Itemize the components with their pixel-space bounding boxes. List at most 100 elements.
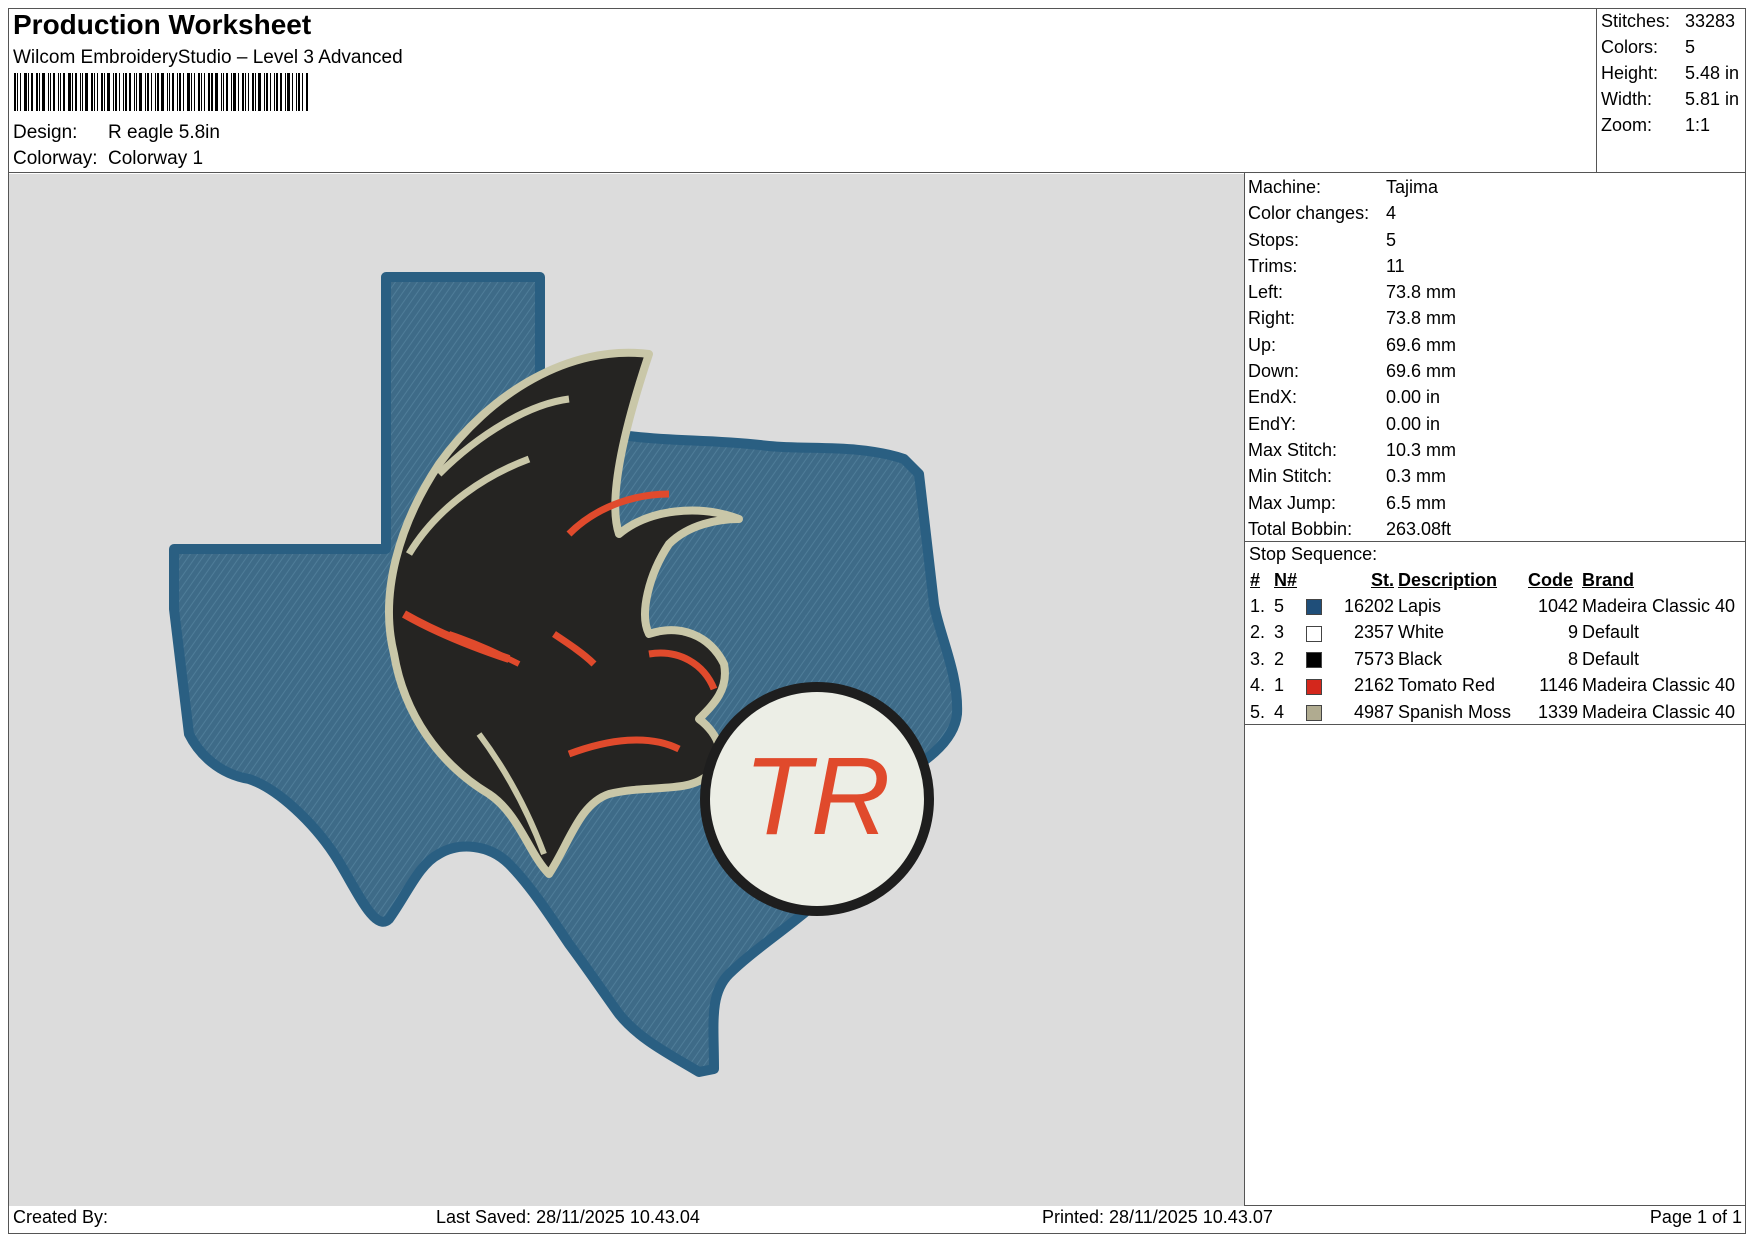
barcode: [14, 73, 324, 111]
info-label: Left:: [1248, 282, 1284, 303]
color-swatch: [1306, 625, 1323, 642]
col-needle: N#: [1274, 569, 1298, 590]
stats-panel: Stitches: 33283 Colors: 5 Height: 5.48 in W…: [1601, 8, 1739, 138]
embroidery-design: TR: [169, 272, 963, 1077]
stat-row: Stitches: 33283: [1601, 8, 1739, 34]
color-swatch: [1306, 652, 1323, 668]
info-label: EndY:: [1248, 413, 1297, 434]
info-label: Total Bobbin:: [1248, 518, 1353, 539]
row-code: 1042: [1537, 595, 1578, 616]
row-stitches: 7573: [1353, 648, 1394, 669]
info-row: Total Bobbin: 263.08ft: [1248, 516, 1456, 542]
monogram-text: TR: [744, 735, 891, 858]
info-label: Trims:: [1248, 255, 1298, 276]
info-row: Left: 73.8 mm: [1248, 279, 1456, 305]
info-row: EndX: 0.00 in: [1248, 384, 1456, 410]
color-swatch: [1306, 678, 1323, 695]
row-code: 1146: [1539, 675, 1578, 696]
stat-row: Colors: 5: [1601, 34, 1739, 60]
info-value: 0.00 in: [1386, 387, 1441, 408]
row-needle: 2: [1274, 648, 1285, 669]
design-row: Design: R eagle 5.8in: [13, 122, 220, 144]
last-saved: Last Saved: 28/11/2025 10.43.04: [436, 1207, 700, 1227]
row-code: 9: [1567, 622, 1578, 643]
info-label: Color changes:: [1248, 203, 1370, 224]
software-name: Wilcom EmbroideryStudio – Level 3 Advanc…: [13, 47, 403, 68]
info-value: 73.8 mm: [1386, 282, 1457, 303]
col-code: Code: [1528, 569, 1573, 590]
stat-value: 5: [1685, 37, 1696, 57]
row-brand: Default: [1582, 648, 1640, 669]
col-description: Description: [1398, 569, 1498, 590]
stat-value: 33283: [1685, 11, 1736, 31]
info-value: 0.3 mm: [1386, 466, 1447, 487]
colorway-value: Colorway 1: [108, 148, 204, 169]
info-value: 11: [1386, 255, 1405, 276]
info-value: 0.00 in: [1386, 413, 1441, 434]
stat-label: Height:: [1601, 63, 1659, 83]
row-description: Black: [1398, 648, 1443, 669]
design-canvas: TR: [9, 174, 1244, 1206]
table-row: 3. 2 7573 Black 8 Default: [1248, 646, 1737, 673]
stat-value: 1:1: [1685, 115, 1711, 135]
row-brand: Madeira Classic 40: [1582, 595, 1736, 616]
row-description: Tomato Red: [1398, 675, 1496, 696]
info-label: Min Stitch:: [1248, 466, 1333, 487]
info-row: Max Stitch: 10.3 mm: [1248, 437, 1456, 463]
stat-row: Height: 5.48 in: [1601, 60, 1739, 86]
stat-value: 5.48 in: [1685, 63, 1740, 83]
row-code: 1339: [1537, 701, 1578, 722]
info-value: Tajima: [1386, 177, 1439, 197]
color-swatch: [1306, 705, 1323, 721]
stop-sequence-table: # N# St. Description Code Brand 1. 5 16202…: [1248, 567, 1737, 726]
table-header-row: # N# St. Description Code Brand: [1248, 567, 1737, 593]
row-needle: 5: [1274, 595, 1285, 616]
info-row: Max Jump: 6.5 mm: [1248, 490, 1456, 516]
row-description: White: [1398, 622, 1445, 643]
table-row: 2. 3 2357 White 9 Default: [1248, 620, 1737, 647]
colorway-label: Colorway:: [13, 148, 98, 169]
color-swatch: [1306, 599, 1323, 615]
info-label: Max Jump:: [1248, 492, 1337, 513]
info-row: Down: 69.6 mm: [1248, 358, 1456, 384]
row-stitches: 16202: [1343, 595, 1394, 616]
info-row: Trims: 11: [1248, 253, 1456, 279]
page-title: Production Worksheet: [13, 9, 312, 40]
info-row: Right: 73.8 mm: [1248, 305, 1456, 331]
info-value: 73.8 mm: [1386, 308, 1457, 329]
header-divider: [8, 172, 1746, 173]
row-description: Lapis: [1398, 595, 1442, 616]
design-label: Design:: [13, 122, 78, 143]
info-label: Right:: [1248, 308, 1296, 329]
info-label: EndX:: [1248, 387, 1298, 408]
stat-row: Zoom: 1:1: [1601, 112, 1739, 138]
info-value: 4: [1386, 203, 1397, 224]
row-brand: Default: [1582, 622, 1640, 643]
col-stitches: St.: [1370, 569, 1394, 590]
row-brand: Madeira Classic 40: [1582, 675, 1736, 696]
info-value: 5: [1386, 229, 1397, 250]
info-label: Down:: [1248, 361, 1300, 382]
row-num: 4.: [1250, 675, 1266, 696]
stat-label: Width:: [1601, 89, 1653, 109]
stat-label: Colors:: [1601, 37, 1659, 57]
colorway-row: Colorway: Colorway 1: [13, 148, 203, 170]
info-row: Min Stitch: 0.3 mm: [1248, 463, 1456, 489]
stat-value: 5.81 in: [1685, 89, 1740, 109]
info-label: Max Stitch:: [1248, 439, 1338, 460]
stop-sequence-title: Stop Sequence:: [1249, 544, 1378, 564]
canvas-divider: [1244, 172, 1245, 1205]
info-value: 10.3 mm: [1386, 439, 1457, 460]
row-stitches: 2162: [1353, 675, 1394, 696]
row-needle: 3: [1274, 622, 1285, 643]
monogram-badge: TR: [700, 682, 934, 916]
info-row: Up: 69.6 mm: [1248, 332, 1456, 358]
info-row: Machine: Tajima: [1248, 174, 1456, 200]
stat-label: Stitches:: [1601, 11, 1671, 31]
stat-row: Width: 5.81 in: [1601, 86, 1739, 112]
info-value: 69.6 mm: [1386, 361, 1457, 382]
info-label: Machine:: [1248, 177, 1322, 197]
table-row: 4. 1 2162 Tomato Red 1146 Madeira Classic 40: [1248, 673, 1737, 700]
table-row: 1. 5 16202 Lapis 1042 Madeira Classic 40: [1248, 593, 1737, 620]
info-row: EndY: 0.00 in: [1248, 411, 1456, 437]
